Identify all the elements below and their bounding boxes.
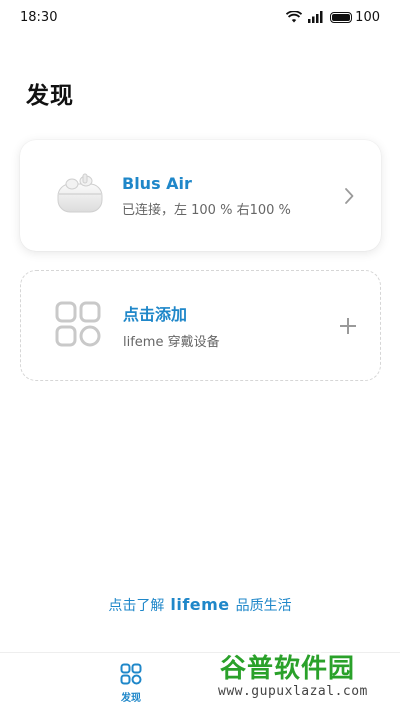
promo-suffix: 品质生活 xyxy=(235,598,292,614)
status-time: 18:30 xyxy=(20,9,58,25)
battery-indicator: 100 xyxy=(330,10,380,25)
watermark-title: 谷普软件园 xyxy=(220,654,356,684)
battery-icon xyxy=(330,11,353,23)
device-status: 已连接，左 100 % 右100 % xyxy=(122,202,291,218)
device-card[interactable]: Blus Air 已连接，左 100 % 右100 % xyxy=(20,140,381,251)
promo-prefix: 点击了解 xyxy=(108,598,165,614)
nav-label-discover: 发现 xyxy=(121,693,141,704)
status-bar: 18:30 100 xyxy=(0,0,400,34)
add-card-text: 点击添加 lifeme 穿戴设备 xyxy=(123,301,338,350)
add-card-subtitle: lifeme 穿戴设备 xyxy=(123,335,220,350)
device-card-text: Blus Air 已连接，左 100 % 右100 % xyxy=(122,174,339,218)
page-title: 发现 xyxy=(26,83,74,109)
chevron-right-icon[interactable] xyxy=(339,187,359,205)
plus-icon[interactable] xyxy=(338,317,358,335)
promo-brand: lifeme xyxy=(170,595,230,614)
add-device-card[interactable]: 点击添加 lifeme 穿戴设备 xyxy=(20,270,381,381)
wifi-icon xyxy=(286,11,303,23)
watermark-url: www.gupuxlazal.com xyxy=(218,684,368,699)
watermark: 谷普软件园 www.gupuxlazal.com xyxy=(214,646,400,711)
cellular-signal-icon xyxy=(308,11,323,23)
nav-item-discover[interactable]: 发现 xyxy=(111,663,151,704)
status-icons: 100 xyxy=(286,10,380,25)
promo-link[interactable]: 点击了解 lifeme 品质生活 xyxy=(0,595,400,615)
battery-level: 100 xyxy=(355,9,380,25)
device-name: Blus Air xyxy=(122,173,192,193)
add-card-title: 点击添加 xyxy=(123,305,188,324)
discover-grid-icon xyxy=(120,663,142,685)
earbuds-case-icon xyxy=(52,168,108,224)
add-device-grid-icon xyxy=(53,298,109,354)
